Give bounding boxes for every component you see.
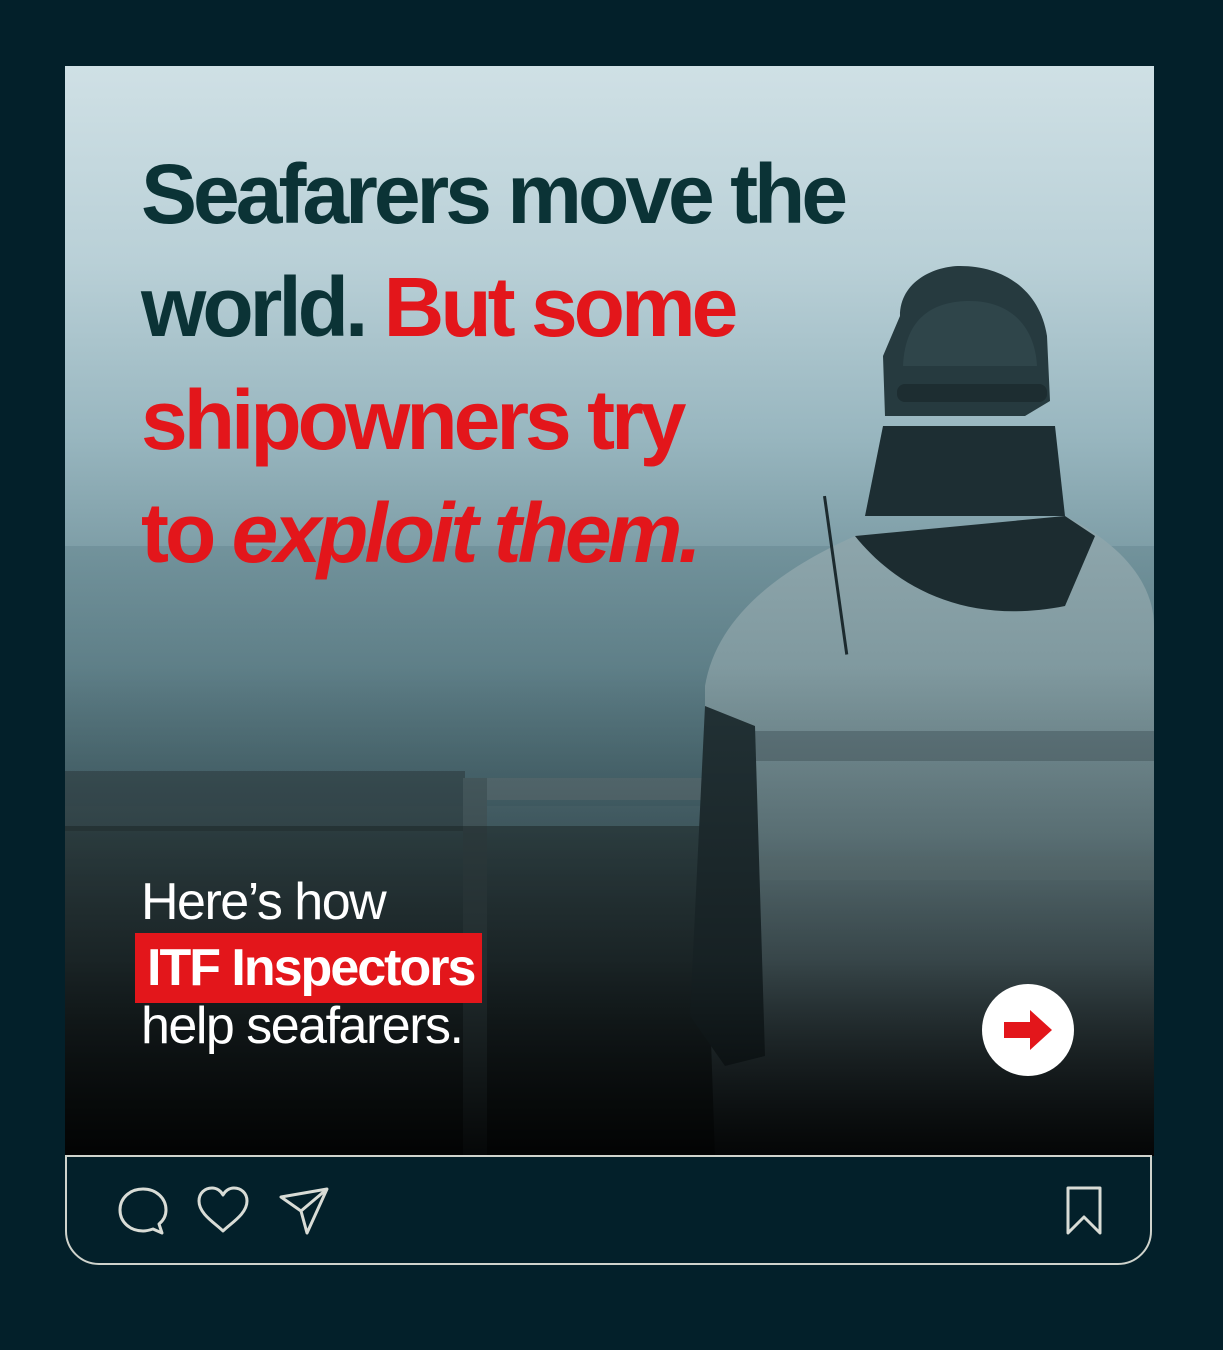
headline-line-4-plain: to <box>141 486 232 580</box>
send-icon[interactable] <box>277 1185 331 1237</box>
subhead-highlight: ITF Inspectors <box>135 933 483 1003</box>
post-image: Seafarers move the world. But some shipo… <box>65 66 1154 1156</box>
headline-line-2-red: But some <box>383 260 739 354</box>
headline-line-1: Seafarers move the <box>141 147 848 241</box>
next-slide-button[interactable] <box>982 984 1074 1076</box>
subhead: Here’s how ITF Inspectors help seafarers… <box>135 871 741 1057</box>
bookmark-icon[interactable] <box>1064 1185 1104 1237</box>
post-frame: Seafarers move the world. But some shipo… <box>0 0 1223 1350</box>
headline-line-2-dark: world. <box>141 260 384 354</box>
headline-line-4-italic: exploit them. <box>231 486 702 580</box>
headline: Seafarers move the world. But some shipo… <box>141 138 1041 590</box>
headline-line-3: shipowners try <box>141 373 686 467</box>
subhead-line-1: Here’s how <box>141 873 387 931</box>
comment-icon[interactable] <box>117 1185 169 1237</box>
arrow-right-icon <box>1004 1010 1052 1050</box>
subhead-line-3: help seafarers. <box>141 997 464 1055</box>
heart-icon[interactable] <box>195 1185 251 1237</box>
post-action-bar <box>65 1155 1152 1265</box>
